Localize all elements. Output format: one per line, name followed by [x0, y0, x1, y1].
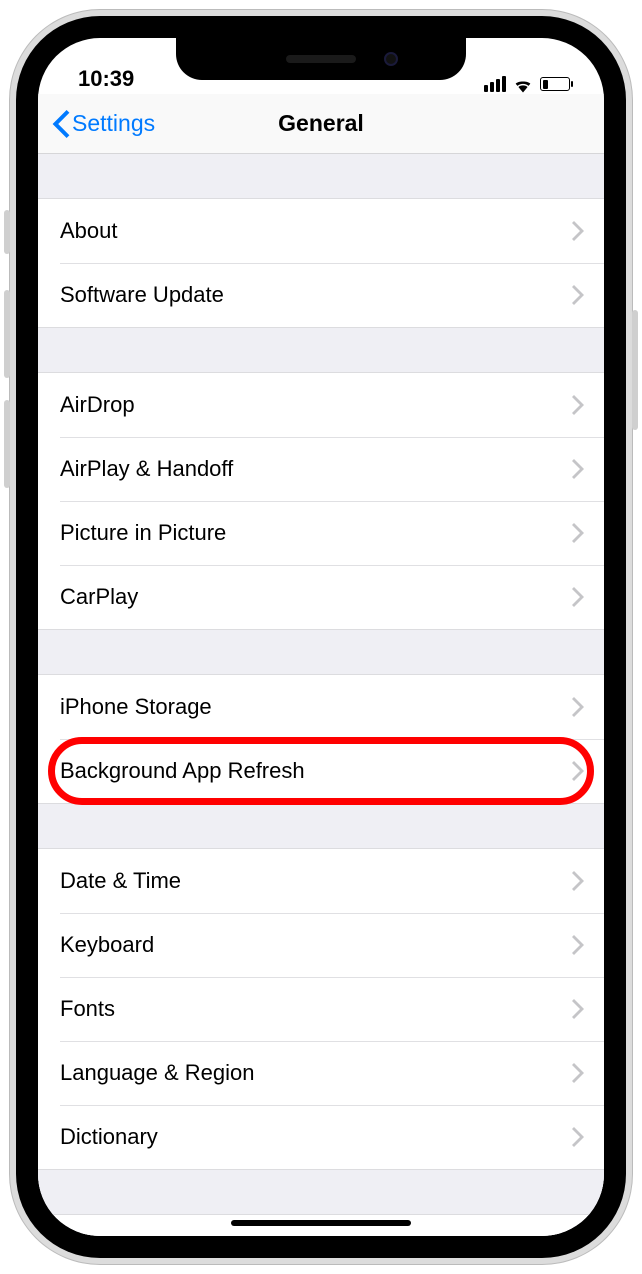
home-indicator[interactable] — [231, 1220, 411, 1226]
row-label: About — [60, 218, 118, 244]
row-label: Background App Refresh — [60, 758, 305, 784]
row-airdrop[interactable]: AirDrop — [38, 373, 604, 437]
locale-group: Date & Time Keyboard Fonts Language & Regio… — [38, 848, 604, 1170]
section-spacer — [38, 1170, 604, 1214]
battery-icon — [540, 77, 570, 91]
row-label: Picture in Picture — [60, 520, 226, 546]
storage-group: iPhone Storage Background App Refresh — [38, 674, 604, 804]
chevron-right-icon — [572, 523, 584, 543]
row-iphone-storage[interactable]: iPhone Storage — [38, 675, 604, 739]
chevron-right-icon — [572, 871, 584, 891]
row-date-time[interactable]: Date & Time — [38, 849, 604, 913]
screen: 10:39 Settings General About Software Upd… — [38, 38, 604, 1236]
row-label: AirDrop — [60, 392, 135, 418]
speaker-grille — [286, 55, 356, 63]
row-keyboard[interactable]: Keyboard — [38, 913, 604, 977]
side-button — [632, 310, 638, 430]
row-label: Keyboard — [60, 932, 154, 958]
row-fonts[interactable]: Fonts — [38, 977, 604, 1041]
notch — [176, 38, 466, 80]
row-label: CarPlay — [60, 584, 138, 610]
row-airplay-handoff[interactable]: AirPlay & Handoff — [38, 437, 604, 501]
row-label: AirPlay & Handoff — [60, 456, 233, 482]
back-label: Settings — [72, 110, 155, 137]
row-language-region[interactable]: Language & Region — [38, 1041, 604, 1105]
chevron-right-icon — [572, 587, 584, 607]
row-label: Dictionary — [60, 1124, 158, 1150]
section-spacer — [38, 328, 604, 372]
chevron-right-icon — [572, 395, 584, 415]
row-label: Software Update — [60, 282, 224, 308]
section-spacer — [38, 154, 604, 198]
status-time: 10:39 — [78, 66, 134, 92]
row-picture-in-picture[interactable]: Picture in Picture — [38, 501, 604, 565]
row-value: Not Connected — [415, 1234, 562, 1236]
row-label: Date & Time — [60, 868, 181, 894]
chevron-right-icon — [572, 285, 584, 305]
mute-switch — [4, 210, 10, 254]
section-spacer — [38, 630, 604, 674]
wifi-icon — [512, 76, 534, 92]
back-button[interactable]: Settings — [52, 110, 155, 138]
section-spacer — [38, 804, 604, 848]
row-label: Fonts — [60, 996, 115, 1022]
row-about[interactable]: About — [38, 199, 604, 263]
row-label: Language & Region — [60, 1060, 255, 1086]
row-software-update[interactable]: Software Update — [38, 263, 604, 327]
settings-list[interactable]: About Software Update AirDrop AirPlay & Han… — [38, 154, 604, 1236]
sharing-group: AirDrop AirPlay & Handoff Picture in Pictu… — [38, 372, 604, 630]
about-group: About Software Update — [38, 198, 604, 328]
status-indicators — [484, 76, 570, 92]
chevron-right-icon — [572, 1127, 584, 1147]
row-carplay[interactable]: CarPlay — [38, 565, 604, 629]
chevron-right-icon — [572, 697, 584, 717]
front-camera — [384, 52, 398, 66]
chevron-right-icon — [572, 935, 584, 955]
volume-down-button — [4, 400, 10, 488]
device-bezel: 10:39 Settings General About Software Upd… — [16, 16, 626, 1258]
cellular-signal-icon — [484, 76, 506, 92]
device-frame: 10:39 Settings General About Software Upd… — [10, 10, 632, 1264]
chevron-right-icon — [572, 761, 584, 781]
nav-bar: Settings General — [38, 94, 604, 154]
chevron-right-icon — [572, 221, 584, 241]
volume-up-button — [4, 290, 10, 378]
row-label: VPN — [60, 1234, 105, 1236]
chevron-left-icon — [52, 110, 70, 138]
row-background-app-refresh[interactable]: Background App Refresh — [38, 739, 604, 803]
chevron-right-icon — [572, 1063, 584, 1083]
chevron-right-icon — [572, 999, 584, 1019]
row-label: iPhone Storage — [60, 694, 212, 720]
row-dictionary[interactable]: Dictionary — [38, 1105, 604, 1169]
chevron-right-icon — [572, 459, 584, 479]
